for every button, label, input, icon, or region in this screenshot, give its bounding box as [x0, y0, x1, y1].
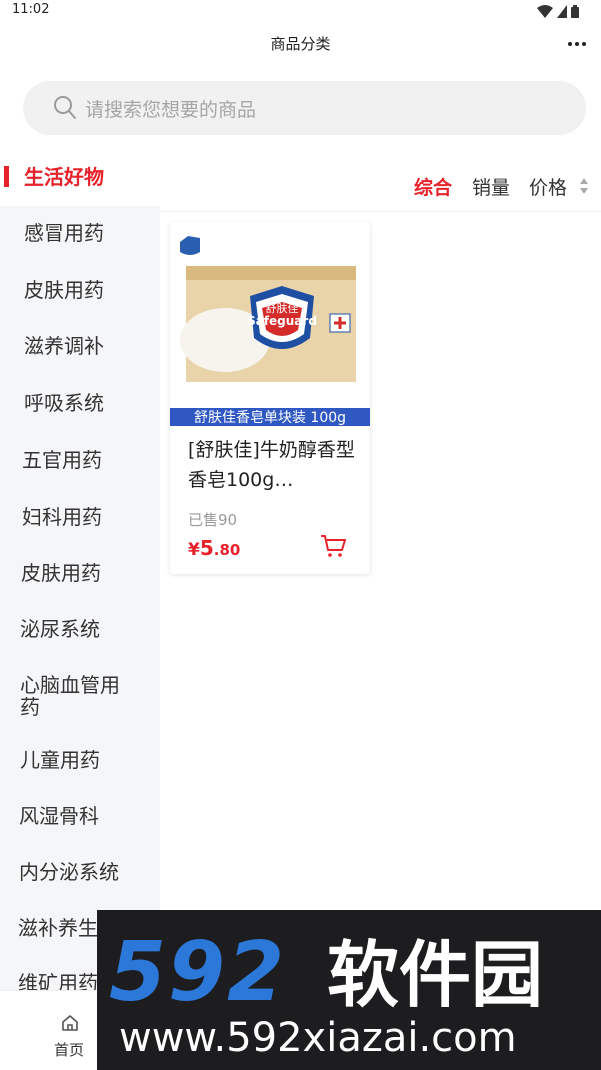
sidebar-item-label: 泌尿系统: [20, 617, 100, 641]
sidebar-item-ent-medicine[interactable]: 五官用药: [0, 430, 160, 486]
sidebar-item-label: 维矿用药: [18, 971, 98, 990]
sidebar-item-label: 五官用药: [22, 448, 102, 472]
sidebar-item-label: 滋补养生: [18, 916, 98, 940]
watermark-overlay: 592 软件园 www.592xiazai.com: [97, 910, 601, 1070]
sidebar-item-label: 滋养调补: [24, 334, 104, 358]
sidebar-item-endocrine[interactable]: 内分泌系统: [0, 846, 160, 902]
sidebar-item-cardio[interactable]: 心脑血管用药: [0, 654, 160, 734]
sidebar-item-pediatric[interactable]: 儿童用药: [0, 734, 160, 790]
sidebar-item-label: 心脑血管用药: [20, 673, 120, 719]
sidebar-item-label: 生活好物: [24, 165, 104, 189]
sort-option-price[interactable]: 价格: [529, 173, 567, 200]
sidebar-item-life-goods[interactable]: 生活好物: [0, 150, 160, 206]
tab-home-label: 首页: [54, 1041, 85, 1059]
home-icon: [62, 1015, 78, 1031]
status-time: 11:02: [12, 2, 50, 17]
title-bar: 商品分类: [0, 24, 601, 68]
product-card[interactable]: 舒肤佳香皂单块装 100g 舒肤佳 Safeguard [舒肤佳]牛奶醇香型香皂…: [170, 222, 370, 574]
price-integer: 5: [199, 536, 214, 560]
sidebar-item-nourishing[interactable]: 滋养调补: [0, 318, 160, 374]
sidebar-item-label: 妇科用药: [22, 505, 102, 529]
sidebar-item-label: 风湿骨科: [19, 804, 99, 828]
sidebar-item-urinary[interactable]: 泌尿系统: [0, 598, 160, 654]
sidebar-item-label: 内分泌系统: [19, 860, 119, 884]
watermark-logo-text: 软件园: [327, 933, 544, 1017]
product-brand-text: 舒肤佳: [266, 301, 299, 315]
watermark-logo-digits: 592: [109, 925, 287, 1020]
product-name[interactable]: [舒肤佳]牛奶醇香型香皂100g…: [188, 435, 358, 495]
sidebar-item-skin-medicine[interactable]: 皮肤用药: [0, 262, 160, 318]
more-button[interactable]: [565, 32, 589, 56]
sort-option-comprehensive[interactable]: 综合: [414, 173, 452, 200]
search-icon: [54, 96, 76, 119]
product-banner-text: 舒肤佳香皂单块装 100g: [194, 410, 346, 426]
category-sidebar: 生活好物 感冒用药 皮肤用药 滋养调补 呼吸系统 五官用药 妇科用药 皮肤用药 …: [0, 150, 160, 990]
signal-icon: [557, 5, 567, 18]
product-brand-en-text: Safeguard: [247, 314, 317, 328]
sidebar-item-gynecology[interactable]: 妇科用药: [0, 486, 160, 542]
active-indicator: [4, 166, 9, 187]
wifi-icon: [537, 5, 553, 18]
watermark-url: www.592xiazai.com: [119, 1015, 517, 1061]
sidebar-item-skin-medicine-2[interactable]: 皮肤用药: [0, 542, 160, 598]
price-symbol: ¥: [188, 540, 200, 560]
sidebar-item-label: 皮肤用药: [24, 278, 104, 302]
product-image[interactable]: 舒肤佳香皂单块装 100g 舒肤佳 Safeguard: [170, 222, 370, 426]
sidebar-item-cold-medicine[interactable]: 感冒用药: [0, 206, 160, 262]
status-bar: 11:02: [0, 0, 601, 24]
sort-option-sales[interactable]: 销量: [472, 173, 510, 200]
sort-arrows-icon[interactable]: [579, 176, 589, 196]
page-title: 商品分类: [270, 35, 331, 53]
sidebar-item-label: 感冒用药: [24, 221, 104, 245]
battery-icon: [571, 5, 579, 18]
product-sold-count: 已售90: [188, 511, 238, 529]
search-input[interactable]: 请搜索您想要的商品: [23, 81, 586, 135]
sidebar-item-label: 呼吸系统: [24, 391, 104, 415]
sidebar-item-respiratory[interactable]: 呼吸系统: [0, 374, 160, 430]
add-to-cart-icon[interactable]: [320, 534, 346, 558]
price-decimal: .80: [213, 541, 241, 559]
status-icons: [537, 5, 579, 18]
sidebar-item-label: 儿童用药: [20, 748, 100, 772]
product-price: ¥5.80: [188, 536, 240, 560]
sidebar-item-label: 皮肤用药: [21, 561, 101, 585]
search-placeholder: 请搜索您想要的商品: [85, 99, 257, 121]
sidebar-item-rheumatism[interactable]: 风湿骨科: [0, 790, 160, 846]
